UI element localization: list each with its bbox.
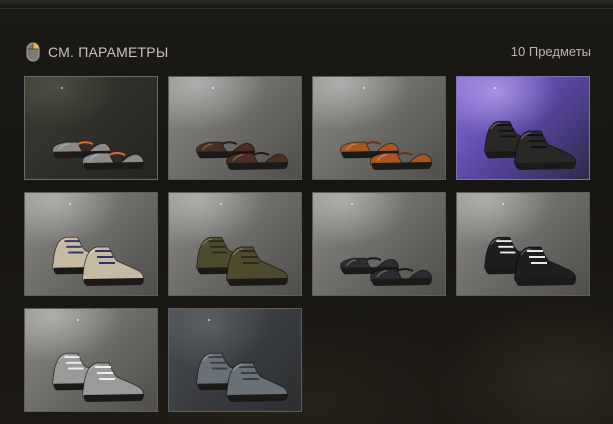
sparkle-decoration (220, 203, 222, 205)
sparkle-decoration (363, 87, 365, 89)
inventory-item-tile[interactable] (168, 76, 302, 180)
sparkle-decoration (494, 87, 496, 89)
sparkle-decoration (69, 203, 71, 205)
inventory-item-tile[interactable] (456, 192, 590, 296)
inventory-item-tile[interactable] (312, 76, 446, 180)
sparkle-decoration (208, 319, 210, 321)
inventory-item-tile[interactable] (24, 76, 158, 180)
inventory-item-tile[interactable] (24, 192, 158, 296)
sparkle-decoration (212, 87, 214, 89)
inventory-item-tile[interactable] (24, 308, 158, 412)
item-count: 10 Предметы (510, 44, 591, 59)
window-top-frame (0, 0, 613, 9)
inventory-item-tile[interactable] (456, 76, 590, 180)
sparkle-decoration (77, 319, 79, 321)
inventory-header: СМ. ПАРАМЕТРЫ 10 Предметы (24, 38, 591, 66)
inventory-item-tile[interactable] (168, 308, 302, 412)
mouse-icon (24, 42, 42, 62)
sparkle-decoration (351, 203, 353, 205)
sparkle-decoration (502, 203, 504, 205)
inventory-item-tile[interactable] (312, 192, 446, 296)
sparkle-decoration (61, 87, 63, 89)
header-title: СМ. ПАРАМЕТРЫ (48, 44, 169, 60)
inventory-item-tile[interactable] (168, 192, 302, 296)
